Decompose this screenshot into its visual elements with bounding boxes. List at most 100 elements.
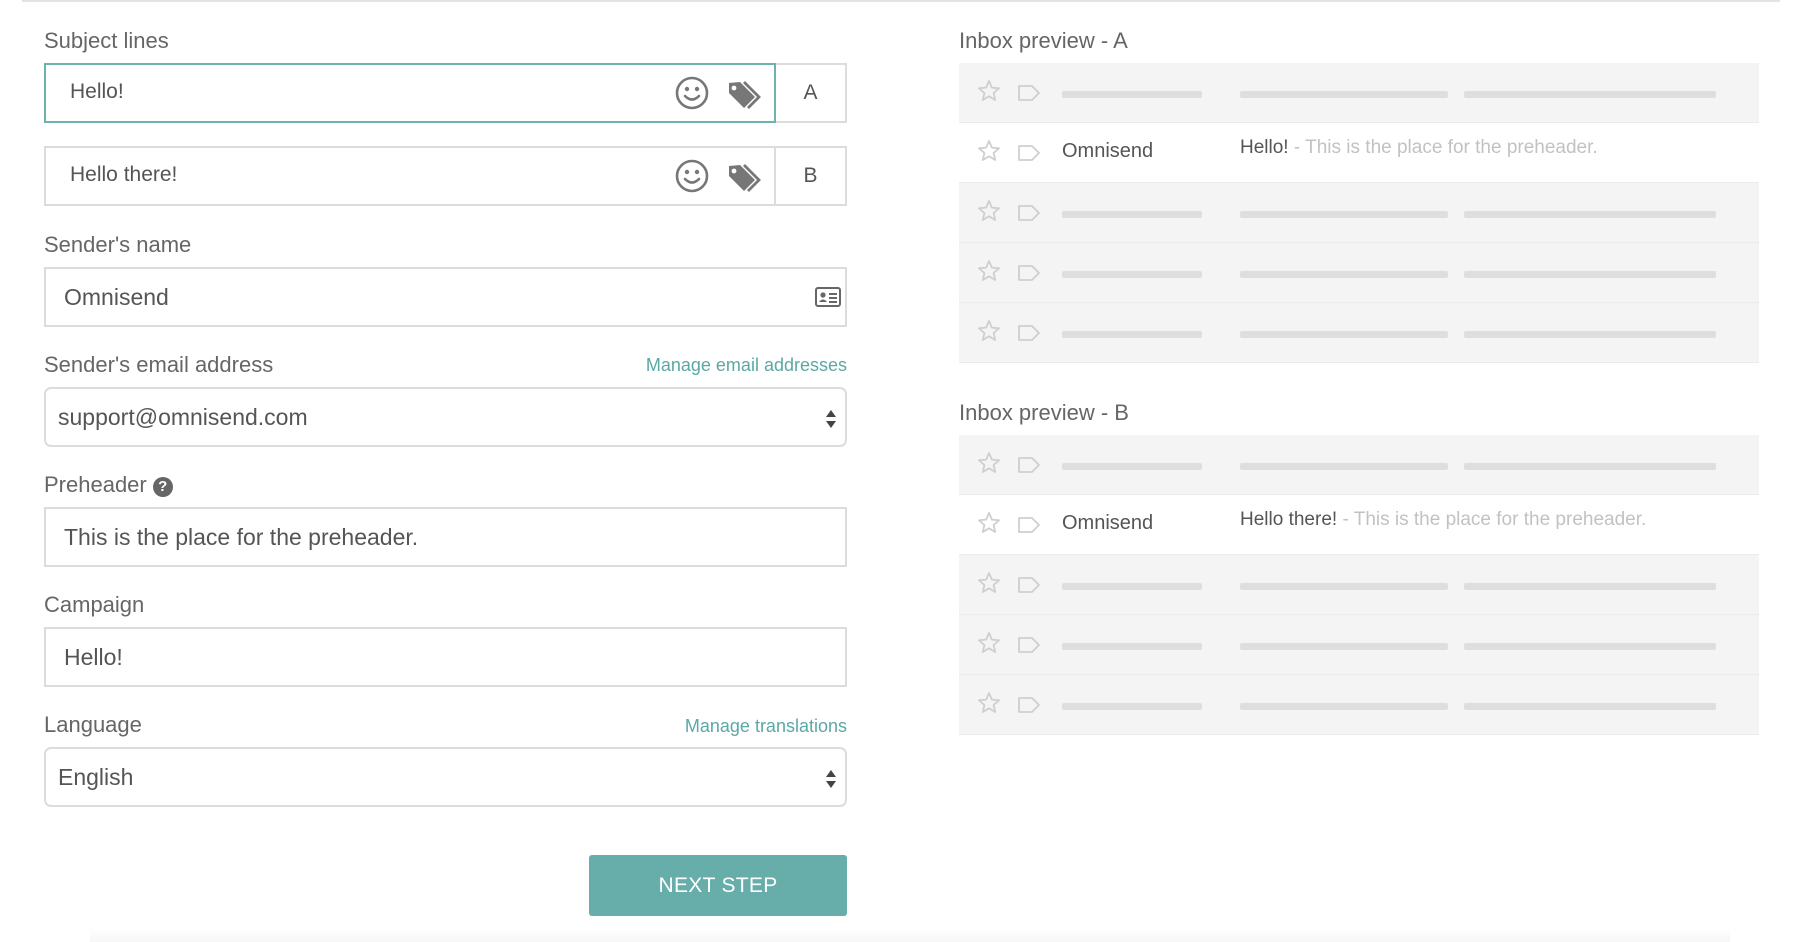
placeholder-bar bbox=[1464, 91, 1716, 98]
language-select[interactable]: English bbox=[44, 747, 847, 807]
subject-lines-label: Subject lines bbox=[44, 28, 169, 53]
email-sender: Omnisend bbox=[1062, 512, 1154, 534]
label-tag-icon bbox=[1018, 205, 1040, 221]
placeholder-bar bbox=[1464, 703, 1716, 710]
label-tag-icon bbox=[1018, 697, 1040, 713]
tags-icon[interactable] bbox=[727, 79, 763, 111]
label-tag-icon bbox=[1018, 637, 1040, 653]
sender-email-value: support@omnisend.com bbox=[58, 404, 308, 430]
placeholder-bar bbox=[1240, 91, 1448, 98]
variant-b-badge: B bbox=[776, 146, 847, 206]
label-tag-icon bbox=[1018, 85, 1040, 101]
label-tag-icon bbox=[1018, 577, 1040, 593]
subject-b-value: Hello there! bbox=[70, 163, 178, 186]
preheader-input[interactable]: This is the place for the preheader. bbox=[44, 507, 847, 567]
subject-a-value: Hello! bbox=[70, 80, 124, 103]
subject-a-input[interactable]: Hello! bbox=[44, 63, 776, 123]
manage-email-addresses-link[interactable]: Manage email addresses bbox=[646, 355, 847, 376]
inbox-preview-b-title: Inbox preview - B bbox=[959, 400, 1129, 425]
star-icon bbox=[978, 320, 1000, 341]
email-sender: Omnisend bbox=[1062, 140, 1154, 162]
placeholder-bar bbox=[1464, 211, 1716, 218]
email-row-b: Omnisend Hello there! - This is the plac… bbox=[959, 495, 1759, 555]
placeholder-email-row bbox=[959, 63, 1759, 123]
email-preheader: - This is the place for the preheader. bbox=[1337, 509, 1647, 530]
sort-arrows-icon bbox=[826, 410, 836, 428]
placeholder-bar bbox=[1464, 643, 1716, 650]
placeholder-bar bbox=[1062, 643, 1202, 650]
placeholder-bar bbox=[1464, 583, 1716, 590]
placeholder-bar bbox=[1240, 211, 1448, 218]
variant-a-badge: A bbox=[776, 63, 847, 123]
email-preheader: - This is the place for the preheader. bbox=[1288, 137, 1598, 158]
smile-icon[interactable] bbox=[675, 159, 709, 193]
placeholder-bar bbox=[1464, 463, 1716, 470]
next-step-button[interactable]: NEXT STEP bbox=[589, 855, 847, 916]
placeholder-bar bbox=[1240, 703, 1448, 710]
inbox-preview-a: Omnisend Hello! - This is the place for … bbox=[959, 63, 1759, 363]
placeholder-bar bbox=[1464, 271, 1716, 278]
sender-email-select[interactable]: support@omnisend.com bbox=[44, 387, 847, 447]
preheader-label: Preheader? bbox=[44, 472, 173, 498]
label-tag-icon bbox=[1018, 325, 1040, 341]
id-card-icon[interactable] bbox=[815, 287, 841, 307]
placeholder-bar bbox=[1240, 463, 1448, 470]
preheader-value: This is the place for the preheader. bbox=[64, 524, 419, 550]
star-icon bbox=[978, 140, 1000, 161]
star-icon bbox=[978, 452, 1000, 473]
top-divider bbox=[22, 0, 1780, 2]
star-icon bbox=[978, 692, 1000, 713]
email-row-a: Omnisend Hello! - This is the place for … bbox=[959, 123, 1759, 183]
placeholder-bar bbox=[1240, 643, 1448, 650]
language-label: Language bbox=[44, 712, 142, 737]
placeholder-bar bbox=[1062, 271, 1202, 278]
preheader-label-text: Preheader bbox=[44, 472, 147, 497]
sender-name-input[interactable]: Omnisend bbox=[44, 267, 847, 327]
star-icon bbox=[978, 632, 1000, 653]
placeholder-email-row bbox=[959, 243, 1759, 303]
placeholder-bar bbox=[1062, 583, 1202, 590]
tags-icon[interactable] bbox=[727, 162, 763, 194]
language-value: English bbox=[58, 764, 134, 790]
sender-name-value: Omnisend bbox=[64, 284, 169, 310]
placeholder-bar bbox=[1062, 703, 1202, 710]
campaign-value: Hello! bbox=[64, 644, 123, 670]
placeholder-bar bbox=[1240, 331, 1448, 338]
placeholder-email-row bbox=[959, 435, 1759, 495]
question-circle-icon[interactable]: ? bbox=[152, 477, 173, 497]
placeholder-bar bbox=[1240, 583, 1448, 590]
campaign-input[interactable]: Hello! bbox=[44, 627, 847, 687]
placeholder-email-row bbox=[959, 675, 1759, 735]
label-tag-icon bbox=[1018, 517, 1040, 533]
subject-b-input[interactable]: Hello there! bbox=[44, 146, 776, 206]
placeholder-bar bbox=[1062, 91, 1202, 98]
placeholder-bar bbox=[1062, 211, 1202, 218]
inbox-preview-a-title: Inbox preview - A bbox=[959, 28, 1128, 53]
placeholder-email-row bbox=[959, 555, 1759, 615]
placeholder-bar bbox=[1464, 331, 1716, 338]
placeholder-bar bbox=[1062, 331, 1202, 338]
email-subject: Hello! bbox=[1240, 137, 1289, 158]
email-subject: Hello there! bbox=[1240, 509, 1338, 530]
star-icon bbox=[978, 512, 1000, 533]
label-tag-icon bbox=[1018, 145, 1040, 161]
smile-icon[interactable] bbox=[675, 76, 709, 110]
placeholder-bar bbox=[1062, 463, 1202, 470]
placeholder-email-row bbox=[959, 615, 1759, 675]
sort-arrows-icon bbox=[826, 770, 836, 788]
placeholder-bar bbox=[1240, 271, 1448, 278]
star-icon bbox=[978, 200, 1000, 221]
sender-email-label: Sender's email address bbox=[44, 352, 274, 377]
manage-translations-link[interactable]: Manage translations bbox=[685, 716, 847, 737]
label-tag-icon bbox=[1018, 265, 1040, 281]
star-icon bbox=[978, 572, 1000, 593]
placeholder-email-row bbox=[959, 303, 1759, 363]
email-subject-line: Hello! - This is the place for the prehe… bbox=[1240, 137, 1598, 159]
star-icon bbox=[978, 260, 1000, 281]
campaign-label: Campaign bbox=[44, 592, 145, 617]
inbox-preview-b: Omnisend Hello there! - This is the plac… bbox=[959, 435, 1759, 735]
sender-name-label: Sender's name bbox=[44, 232, 192, 257]
bottom-shadow bbox=[90, 928, 1730, 942]
star-icon bbox=[978, 80, 1000, 101]
email-subject-line: Hello there! - This is the place for the… bbox=[1240, 509, 1646, 531]
